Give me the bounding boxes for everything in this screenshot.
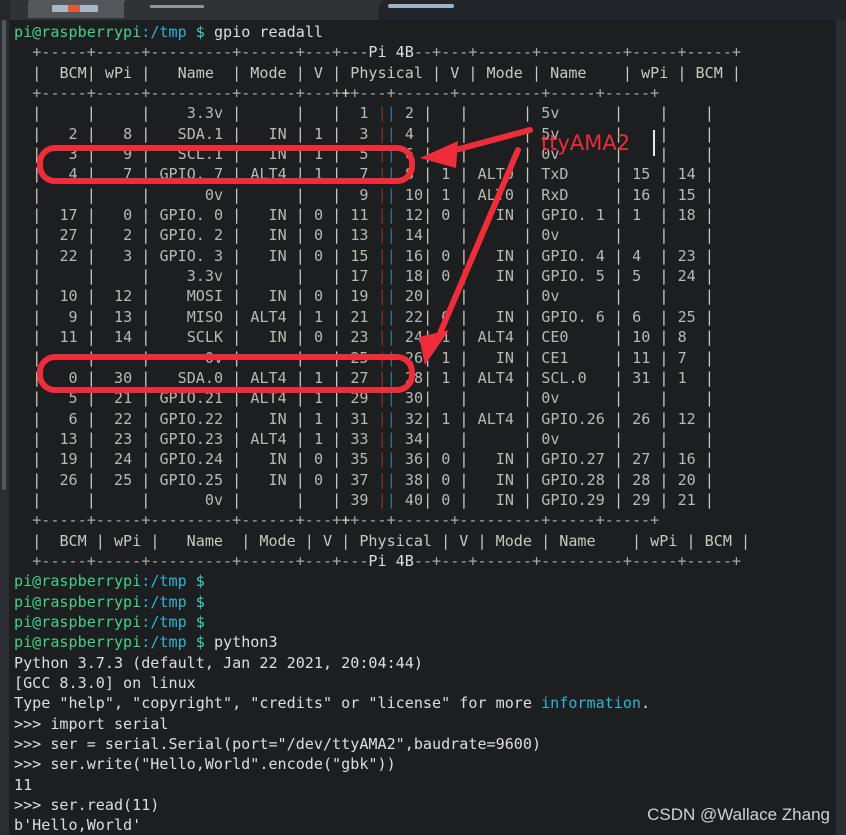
terminal-scrollbar-track[interactable]	[0, 20, 9, 835]
chrome-left-edge	[0, 0, 10, 20]
table-row: | 0 | 30 | SDA.0 | ALT4 | 1 | 27 || 28| …	[32, 368, 714, 387]
table-footer-row: | BCM | wPi | Name | Mode | V | Physical…	[32, 531, 751, 550]
chrome-right-tab[interactable]	[388, 4, 454, 8]
terminal-output: pi@raspberrypi:/tmp $ gpio readall +----…	[14, 22, 834, 835]
table-row: | | | 0v | | | 25 || 26| 1 | IN | CE1 | …	[32, 348, 714, 367]
table-row: | 5 | 21 | GPIO.21 | ALT4 | 1 | 29 || 30…	[32, 389, 714, 408]
python-output-line: 11	[14, 775, 33, 794]
python-banner-help: Type "help", "copyright", "credits" or "…	[14, 694, 651, 713]
screenshot-root: pi@raspberrypi:/tmp $ gpio readall +----…	[0, 0, 846, 835]
python-banner-version: Python 3.7.3 (default, Jan 22 2021, 20:0…	[14, 653, 423, 672]
chrome-right-panel	[378, 0, 846, 20]
table-row: | 10 | 12 | MOSI | IN | 0 | 19 || 20| | …	[32, 287, 714, 306]
terminal-right-edge	[836, 20, 846, 835]
terminal-prompt-empty: pi@raspberrypi:/tmp $	[14, 572, 205, 591]
table-row: | 13 | 23 | GPIO.23 | ALT4 | 1 | 33 || 3…	[32, 429, 714, 448]
csdn-watermark: CSDN @Wallace Zhang	[647, 805, 830, 824]
python-input-line: >>> ser = serial.Serial(port="/dev/ttyAM…	[14, 735, 542, 754]
terminal-window[interactable]: pi@raspberrypi:/tmp $ gpio readall +----…	[0, 20, 846, 835]
table-rule-top: +-----+-----+---------+------+---+---Pi …	[32, 43, 741, 62]
terminal-command-python3: pi@raspberrypi:/tmp $ python3	[14, 633, 278, 652]
chrome-tab-inactive[interactable]	[150, 5, 204, 8]
table-row: | 17 | 0 | GPIO. 0 | IN | 0 | 11 || 12| …	[32, 206, 714, 225]
text-caret	[653, 130, 655, 156]
table-row: | 19 | 24 | GPIO.24 | IN | 0 | 35 || 36|…	[32, 450, 714, 469]
table-row: | 6 | 22 | GPIO.22 | IN | 1 | 31 || 32| …	[32, 409, 714, 428]
chrome-tab-accent-icon	[68, 5, 80, 12]
terminal-scrollbar-thumb[interactable]	[2, 20, 6, 490]
python-input-line: >>> import serial	[14, 714, 169, 733]
chrome-tab-skew	[110, 0, 126, 18]
terminal-prompt-empty: pi@raspberrypi:/tmp $	[14, 612, 205, 631]
table-row: | 22 | 3 | GPIO. 3 | IN | 0 | 15 || 16| …	[32, 246, 714, 265]
table-rule-bottom: +-----+-----+---------+------+---+++---+…	[32, 511, 660, 530]
table-row: | | | 0v | | | 9 || 10| 1 | ALT0 | RxD |…	[32, 185, 714, 204]
python-banner-compiler: [GCC 8.3.0] on linux	[14, 674, 196, 692]
table-row: | | | 3.3v | | | 1 || 2 | | | 5v | | |	[32, 104, 714, 123]
table-row: | 4 | 7 | GPIO. 7 | ALT4 | 1 | 7 || 8 | …	[32, 165, 714, 184]
table-row: | 9 | 13 | MISO | ALT4 | 1 | 21 || 22| 0…	[32, 307, 714, 326]
table-row: | 26 | 25 | GPIO.25 | IN | 0 | 37 || 38|…	[32, 470, 714, 489]
table-row: | 2 | 8 | SDA.1 | IN | 1 | 3 || 4 | | | …	[32, 124, 714, 143]
table-header-row: | BCM| wPi | Name | Mode | V | Physical …	[32, 63, 741, 82]
python-input-line: >>> ser.write("Hello,World".encode("gbk"…	[14, 755, 396, 774]
table-rule-header: +-----+-----+---------+------+---+++---+…	[32, 84, 660, 103]
annotation-label-ttyama2: ttyAMA2	[541, 131, 631, 155]
window-chrome-bar	[0, 0, 846, 20]
terminal-prompt-empty: pi@raspberrypi:/tmp $	[14, 592, 205, 611]
table-row: | | | 3.3v | | | 17 || 18| 0 | IN | GPIO…	[32, 267, 714, 286]
terminal-command-gpio-readall: pi@raspberrypi:/tmp $ gpio readall	[14, 23, 323, 41]
table-row: | 11 | 14 | SCLK | IN | 0 | 23 || 24| 1 …	[32, 328, 714, 347]
table-row: | 27 | 2 | GPIO. 2 | IN | 0 | 13 || 14| …	[32, 226, 714, 245]
table-row: | | | 0v | | | 39 || 40| 0 | IN | GPIO.2…	[32, 490, 714, 509]
table-row: | 3 | 9 | SCL.1 | IN | 1 | 5 || 6 | | | …	[32, 145, 714, 164]
table-rule-footer: +-----+-----+---------+------+---+---Pi …	[32, 551, 741, 570]
